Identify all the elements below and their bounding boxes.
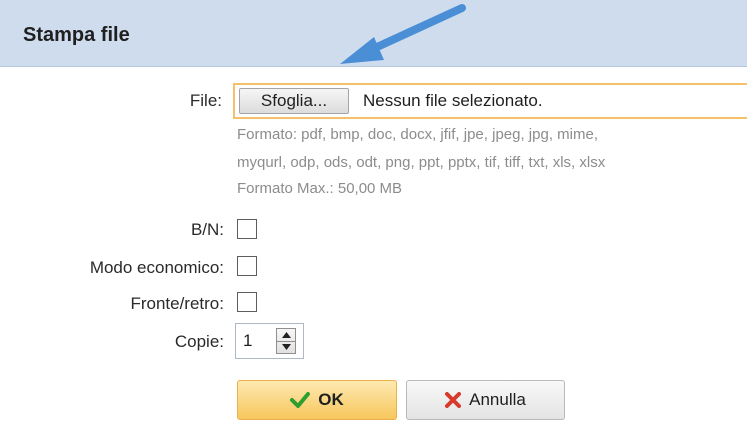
duplex-checkbox[interactable]: [237, 292, 257, 312]
no-file-selected-text: Nessun file selezionato.: [363, 91, 543, 110]
ok-button[interactable]: OK: [237, 380, 397, 420]
annotation-arrow-icon: [340, 4, 466, 64]
check-icon: [290, 392, 311, 408]
copies-spinner[interactable]: 1: [235, 323, 304, 359]
spinner-buttons: [276, 328, 296, 354]
duplex-label: Fronte/retro:: [130, 294, 224, 313]
bw-checkbox[interactable]: [237, 219, 257, 239]
format-hint-line2: myqurl, odp, ods, odt, png, ppt, pptx, t…: [237, 154, 606, 171]
copies-label: Copie:: [174, 332, 224, 351]
bw-label: B/N:: [190, 220, 224, 239]
cancel-button[interactable]: Annulla: [406, 380, 565, 420]
format-hint-line1: Formato: pdf, bmp, doc, docx, jfif, jpe,…: [237, 126, 598, 143]
cancel-label: Annulla: [469, 390, 526, 409]
browse-button[interactable]: Sfoglia...: [239, 88, 349, 114]
ok-label: OK: [318, 390, 344, 409]
dialog-title: Stampa file: [23, 24, 130, 46]
max-size-hint: Formato Max.: 50,00 MB: [237, 180, 403, 197]
file-label: File:: [189, 91, 222, 110]
eco-mode-checkbox[interactable]: [237, 256, 257, 276]
file-input[interactable]: Sfoglia... Nessun file selezionato.: [233, 83, 747, 119]
triangle-up-icon: [281, 332, 291, 338]
triangle-down-icon: [281, 344, 291, 350]
decrement-button[interactable]: [277, 341, 295, 353]
x-icon: [445, 392, 462, 408]
eco-mode-label: Modo economico:: [89, 258, 224, 277]
copies-value[interactable]: 1: [243, 331, 252, 351]
